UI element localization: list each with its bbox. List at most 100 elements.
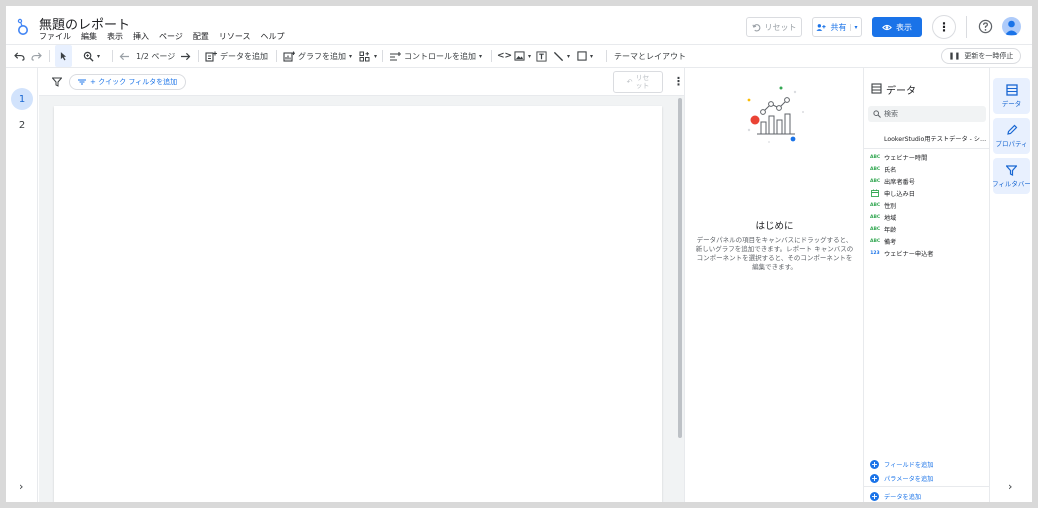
field-type-abc: ABC xyxy=(870,238,881,244)
field-name: 年齢 xyxy=(884,226,897,234)
report-page-canvas[interactable] xyxy=(54,106,662,502)
menu-edit[interactable]: 編集 xyxy=(81,31,97,42)
community-viz-icon[interactable]: ▾ xyxy=(359,45,377,67)
page-indicator: 1/2 ページ xyxy=(136,51,176,61)
help-icon[interactable] xyxy=(978,19,993,34)
quick-filter-button[interactable]: + クイック フィルタを追加 xyxy=(69,74,187,90)
toolbar-divider xyxy=(198,50,199,62)
chevron-right-icon[interactable]: › xyxy=(19,480,23,493)
chevron-right-icon[interactable]: › xyxy=(1008,480,1012,493)
filter-bar-more-icon[interactable]: ⋮ xyxy=(673,75,684,88)
field-type-abc: ABC xyxy=(870,226,881,232)
field-item[interactable]: 123 ウェビナー申込者 xyxy=(870,248,934,258)
calendar-icon xyxy=(871,189,879,197)
text-icon[interactable] xyxy=(536,45,547,67)
eye-icon xyxy=(882,24,892,30)
field-item[interactable]: ABC 性別 xyxy=(870,200,896,210)
reset-label: リセット xyxy=(764,22,797,32)
add-control-label: コントロールを追加 xyxy=(404,51,476,61)
rail-tab-data-label: データ xyxy=(1001,100,1022,108)
rail-tab-filter-bar-label: フィルタバー xyxy=(993,179,1030,188)
toolbar-divider xyxy=(491,50,492,62)
reset-button[interactable]: リセット xyxy=(746,17,802,37)
field-name: ウェビナー申込者 xyxy=(884,250,934,258)
rail-tab-filter-bar[interactable]: フィルタバー xyxy=(993,158,1030,194)
field-name: 出席者番号 xyxy=(884,178,915,186)
rail-tab-properties[interactable]: プロパティ xyxy=(993,118,1030,154)
theme-layout-button[interactable]: テーマとレイアウト xyxy=(614,45,686,67)
getting-started-title: はじめに xyxy=(755,221,794,232)
field-name: ウェビナー時間 xyxy=(884,154,928,162)
field-item[interactable]: ABC 年齢 xyxy=(870,224,896,234)
field-type-abc: ABC xyxy=(870,154,881,160)
menu-insert[interactable]: 挿入 xyxy=(133,31,149,42)
plus-icon: + xyxy=(870,460,879,469)
rail-tab-properties-label: プロパティ xyxy=(995,140,1028,148)
pause-updates-label: 更新を一時停止 xyxy=(964,52,1014,60)
add-person-icon xyxy=(816,23,827,31)
view-button[interactable]: 表示 xyxy=(872,17,922,37)
menu-bar: ファイル 編集 表示 挿入 ページ 配置 リソース ヘルプ xyxy=(39,31,284,42)
undo-icon[interactable] xyxy=(14,45,25,67)
menu-view[interactable]: 表示 xyxy=(107,31,123,42)
add-data-button[interactable]: データを追加 xyxy=(205,45,268,67)
line-icon[interactable]: ▾ xyxy=(553,45,570,67)
zoom-icon[interactable]: ▾ xyxy=(83,45,100,67)
data-panel-add-data-button[interactable]: + データを追加 xyxy=(870,492,921,501)
prev-page-icon[interactable] xyxy=(119,45,130,67)
menu-page[interactable]: ページ xyxy=(159,31,183,42)
menu-help[interactable]: ヘルプ xyxy=(260,31,284,42)
avatar[interactable] xyxy=(1002,17,1021,36)
pointer-icon[interactable] xyxy=(55,45,72,67)
field-item[interactable]: ABC 出席者番号 xyxy=(870,176,915,186)
menu-file[interactable]: ファイル xyxy=(39,31,71,42)
field-item[interactable]: ABC 地域 xyxy=(870,212,896,222)
add-field-button[interactable]: + フィールドを追加 xyxy=(870,460,933,469)
getting-started-illustration xyxy=(747,86,804,143)
shape-icon[interactable]: ▾ xyxy=(577,45,593,67)
filter-lines-icon xyxy=(78,79,86,85)
filter-reset-label: リセ ット xyxy=(635,74,650,90)
canvas-scrollbar[interactable] xyxy=(678,98,682,438)
menu-arrange[interactable]: 配置 xyxy=(193,31,209,42)
page-tab-1[interactable]: 1 xyxy=(11,88,33,110)
add-chart-button[interactable]: グラフを追加 ▾ xyxy=(283,45,352,67)
field-item[interactable]: ABC ウェビナー時間 xyxy=(870,152,927,162)
logo-icon[interactable] xyxy=(16,18,30,36)
redo-icon[interactable] xyxy=(31,45,42,67)
field-item[interactable]: 申し込み日 xyxy=(870,188,915,198)
data-panel: データ 検索 LookerStudio用テストデータ - シー... ABC ウェ… xyxy=(863,68,990,502)
rail-tab-data[interactable]: データ xyxy=(993,78,1030,114)
field-item[interactable]: ABC 氏名 xyxy=(870,164,896,174)
page-navigator: 1 2 › xyxy=(6,68,38,502)
field-name: 備考 xyxy=(884,238,897,246)
add-chart-label: グラフを追加 xyxy=(298,51,346,61)
quick-filter-label: + クイック フィルタを追加 xyxy=(90,78,178,86)
header-divider xyxy=(966,16,967,38)
filter-icon[interactable] xyxy=(52,77,62,87)
getting-started-description: データパネルの項目をキャンバスにドラッグすると、新しいグラフを追加できます。レポ… xyxy=(695,236,854,271)
field-type-abc: ABC xyxy=(870,166,881,172)
add-parameter-button[interactable]: + パラメータを追加 xyxy=(870,474,933,483)
field-type-abc: ABC xyxy=(870,178,881,184)
data-search-input[interactable]: 検索 xyxy=(868,106,986,122)
menu-resources[interactable]: リソース xyxy=(219,31,251,42)
pause-updates-button[interactable]: ❚❚ 更新を一時停止 xyxy=(941,48,1021,64)
data-source-name[interactable]: LookerStudio用テストデータ - シー... xyxy=(884,134,988,143)
field-type-abc: ABC xyxy=(870,214,881,220)
image-icon[interactable]: ▾ xyxy=(514,45,531,67)
toolbar-divider xyxy=(606,50,607,62)
pause-icon: ❚❚ xyxy=(948,52,961,60)
share-button[interactable]: 共有 ▾ xyxy=(812,17,862,37)
more-vert-icon[interactable]: ⋮ xyxy=(932,15,956,39)
filter-reset-button[interactable]: ↶ リセ ット xyxy=(613,71,663,93)
field-item[interactable]: ABC 備考 xyxy=(870,236,896,246)
data-table-icon xyxy=(871,83,882,94)
page-tab-2[interactable]: 2 xyxy=(11,114,33,136)
code-icon[interactable]: <> xyxy=(497,45,512,67)
getting-started-panel: はじめに データパネルの項目をキャンバスにドラッグすると、新しいグラフを追加でき… xyxy=(684,68,863,502)
next-page-icon[interactable] xyxy=(180,45,191,67)
add-control-button[interactable]: コントロールを追加 ▾ xyxy=(389,45,482,67)
share-dropdown-icon[interactable]: ▾ xyxy=(850,23,858,31)
field-type-number: 123 xyxy=(870,250,880,256)
